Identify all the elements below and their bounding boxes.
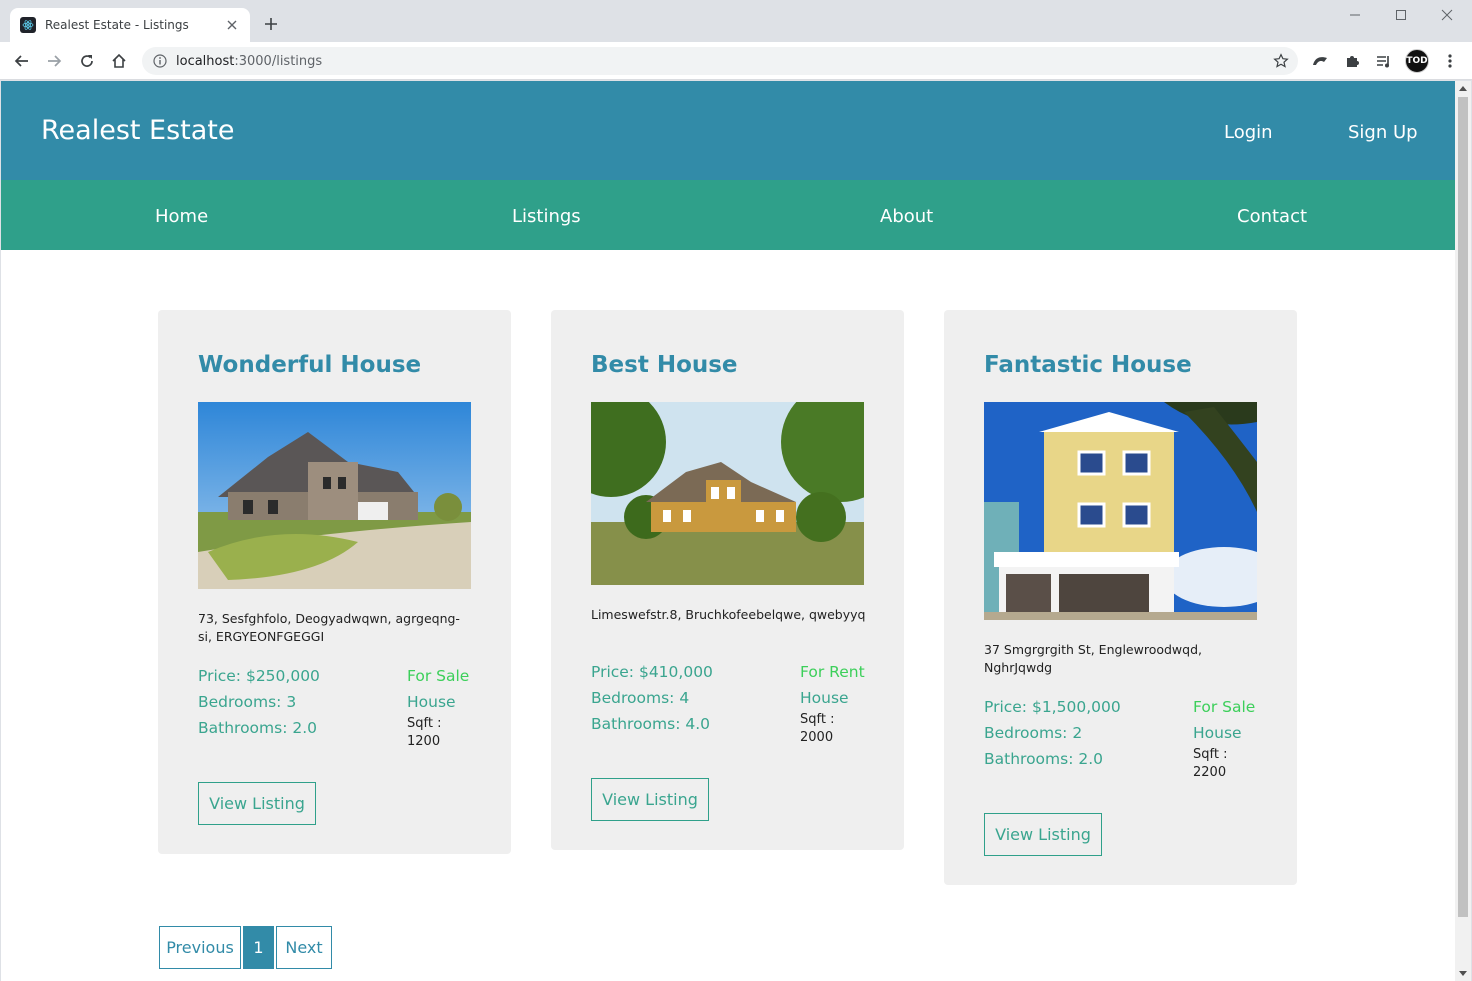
page-scrollbar[interactable] [1455, 81, 1471, 981]
listing-address: Limeswefstr.8, Bruchkofeebelqwe, qwebyyq [591, 607, 866, 622]
listing-status: For Sale [1193, 698, 1256, 716]
listing-title: Best House [591, 352, 738, 378]
puzzle-icon[interactable] [1340, 49, 1364, 73]
listing-card: Fantastic House 37 Smgrgrgith St, Englew… [944, 310, 1297, 885]
reading-list-icon[interactable] [1372, 49, 1396, 73]
close-tab-icon[interactable] [224, 17, 240, 33]
login-link[interactable]: Login [1224, 122, 1273, 143]
profile-avatar[interactable]: TOD [1405, 49, 1429, 73]
listing-type: House [407, 693, 456, 711]
browser-tabstrip: Realest Estate - Listings [0, 0, 1472, 42]
tab-title: Realest Estate - Listings [45, 18, 189, 32]
listing-bathrooms: Bathrooms: 2.0 [198, 719, 318, 737]
listing-sqft: 2200 [1193, 765, 1227, 780]
info-icon[interactable] [152, 53, 168, 69]
listing-bathrooms: Bathrooms: 4.0 [591, 715, 711, 733]
signup-link[interactable]: Sign Up [1348, 122, 1418, 143]
listing-info-right: For Sale House Sqft : 2200 [1193, 694, 1255, 782]
listing-photo[interactable] [198, 402, 471, 589]
listing-price: Price: $410,000 [591, 663, 713, 681]
listing-address: 37 Smgrgrgith St, Englewroodwqd, NghrJqw… [984, 642, 1202, 675]
nav-contact[interactable]: Contact [1237, 206, 1307, 227]
site-header: Realest Estate Login Sign Up [1, 81, 1455, 180]
browser-toolbar: localhost:3000/listings TOD [0, 42, 1472, 80]
page-1-button[interactable]: 1 [243, 926, 274, 969]
listing-price: Price: $1,500,000 [984, 698, 1121, 716]
react-icon [20, 17, 36, 33]
listing-sqft-label: Sqft : [1193, 747, 1228, 762]
close-window-icon[interactable] [1424, 4, 1470, 26]
listing-address: 73, Sesfghfolo, Deogyadwqwn, agrgeqng-si… [198, 611, 460, 644]
reload-icon[interactable] [75, 49, 99, 73]
listing-info-left: Price: $410,000 Bedrooms: 4 Bathrooms: 4… [591, 659, 713, 737]
extension-icon[interactable] [1308, 49, 1332, 73]
url-text: localhost:3000/listings [176, 54, 322, 69]
scroll-thumb[interactable] [1458, 97, 1468, 917]
browser-tab[interactable]: Realest Estate - Listings [10, 8, 250, 42]
listing-info-right: For Sale House Sqft : 1200 [407, 663, 469, 751]
next-page-button[interactable]: Next [276, 926, 332, 969]
view-listing-button[interactable]: View Listing [198, 782, 316, 825]
listing-bathrooms: Bathrooms: 2.0 [984, 750, 1104, 768]
kebab-menu-icon[interactable] [1438, 49, 1462, 73]
listing-type: House [800, 689, 849, 707]
listing-bedrooms: Bedrooms: 2 [984, 724, 1083, 742]
minimize-icon[interactable] [1332, 4, 1378, 26]
listing-type: House [1193, 724, 1242, 742]
listing-status: For Rent [800, 663, 865, 681]
listing-card: Wonderful House 73, Sesfghfolo, Deogyadw… [158, 310, 511, 854]
listing-photo[interactable] [591, 402, 864, 585]
listing-sqft-label: Sqft : [800, 712, 835, 727]
listing-bedrooms: Bedrooms: 4 [591, 689, 690, 707]
scroll-up-arrow-icon[interactable] [1459, 86, 1467, 91]
listing-sqft: 1200 [407, 734, 441, 749]
listing-title: Fantastic House [984, 352, 1192, 378]
view-listing-button[interactable]: View Listing [984, 813, 1102, 856]
listing-sqft: 2000 [800, 730, 834, 745]
listing-info-left: Price: $250,000 Bedrooms: 3 Bathrooms: 2… [198, 663, 320, 741]
listing-bedrooms: Bedrooms: 3 [198, 693, 297, 711]
brand-logo-link[interactable]: Realest Estate [41, 115, 235, 146]
view-listing-button[interactable]: View Listing [591, 778, 709, 821]
previous-page-button[interactable]: Previous [159, 926, 241, 969]
listing-info-left: Price: $1,500,000 Bedrooms: 2 Bathrooms:… [984, 694, 1121, 772]
maximize-icon[interactable] [1378, 4, 1424, 26]
address-bar[interactable]: localhost:3000/listings [142, 47, 1298, 75]
pagination: Previous 1 Next [159, 926, 332, 969]
new-tab-icon[interactable] [260, 13, 282, 35]
nav-about[interactable]: About [880, 206, 933, 227]
listing-price: Price: $250,000 [198, 667, 320, 685]
nav-listings[interactable]: Listings [512, 206, 581, 227]
main-nav: Home Listings About Contact [1, 180, 1455, 250]
listing-info-right: For Rent House Sqft : 2000 [800, 659, 865, 747]
back-arrow-icon[interactable] [10, 49, 34, 73]
listing-sqft-label: Sqft : [407, 716, 442, 731]
listing-status: For Sale [407, 667, 470, 685]
nav-home[interactable]: Home [155, 206, 208, 227]
forward-arrow-icon[interactable] [42, 49, 66, 73]
listing-photo[interactable] [984, 402, 1257, 620]
url-host: localhost [176, 53, 235, 69]
url-path: :3000/listings [234, 53, 323, 69]
scroll-down-arrow-icon[interactable] [1459, 971, 1467, 976]
page-viewport: Realest Estate Login Sign Up Home Listin… [1, 81, 1471, 981]
listing-card: Best House Limeswefstr.8, Bruchkofeebelq… [551, 310, 904, 850]
bookmark-star-icon[interactable] [1272, 52, 1290, 70]
listing-title: Wonderful House [198, 352, 422, 378]
home-icon[interactable] [107, 49, 131, 73]
